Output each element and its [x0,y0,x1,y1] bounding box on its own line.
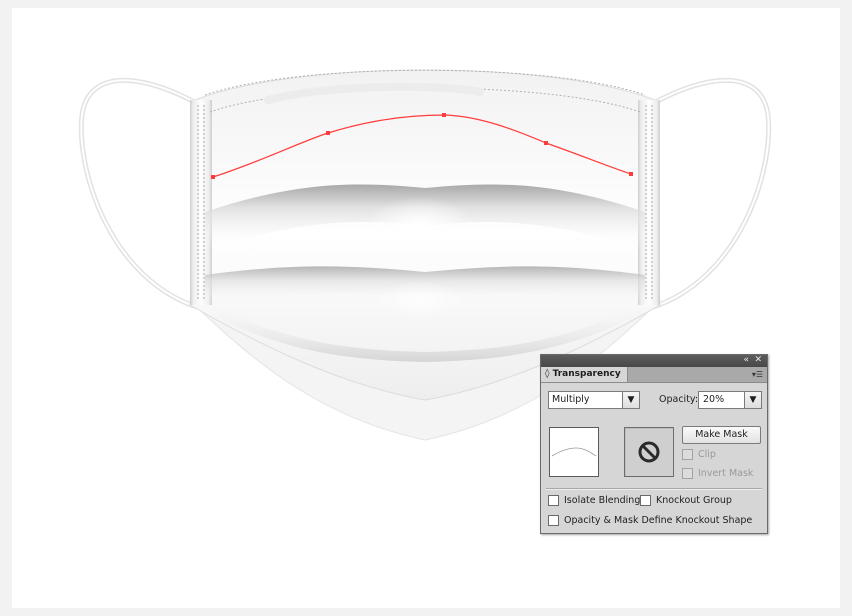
anchor-point [629,172,633,176]
panel-tab-row: ◊ Transparency ▾☰ [541,367,767,383]
panel-divider [546,488,762,490]
blend-mode-value: Multiply [552,394,590,405]
clip-checkbox[interactable] [682,449,693,460]
mask-thumbnail[interactable] [624,427,674,477]
clip-option[interactable]: Clip [682,449,716,461]
opacity-value: 20% [703,394,725,405]
thumbnail-path-icon [551,447,597,457]
artwork-thumbnail[interactable] [549,427,599,477]
isolate-blending-checkbox[interactable] [548,495,559,506]
anchor-point [326,131,330,135]
clip-label: Clip [698,449,716,460]
knockout-group-label: Knockout Group [656,495,732,506]
knockout-group-option[interactable]: Knockout Group [640,495,732,507]
chevron-down-icon[interactable]: ▼ [744,392,761,408]
double-arrow-icon: ◊ [545,369,550,379]
close-icon[interactable]: ✕ [754,354,762,366]
anchor-point [544,141,548,145]
collapse-icon[interactable]: « [743,354,749,366]
no-mask-icon [638,441,660,463]
isolate-blending-option[interactable]: Isolate Blending [548,495,640,507]
invert-mask-label: Invert Mask [698,468,754,479]
opacity-mask-knockout-checkbox[interactable] [548,515,559,526]
opacity-label: Opacity: [659,394,699,405]
knockout-group-checkbox[interactable] [640,495,651,506]
tab-transparency[interactable]: ◊ Transparency [541,367,628,382]
blend-mode-select[interactable]: Multiply ▼ [548,391,640,409]
anchor-point [211,175,215,179]
opacity-mask-knockout-label: Opacity & Mask Define Knockout Shape [564,515,753,526]
opacity-mask-knockout-option[interactable]: Opacity & Mask Define Knockout Shape [548,515,752,527]
transparency-panel: « ✕ ◊ Transparency ▾☰ Multiply ▼ Opacity… [540,354,768,534]
tab-transparency-label: Transparency [552,369,621,379]
panel-title-bar[interactable]: « ✕ [541,355,767,367]
chevron-down-icon[interactable]: ▼ [622,392,639,408]
make-mask-button[interactable]: Make Mask [682,426,761,444]
opacity-field[interactable]: 20% ▼ [698,391,762,409]
invert-mask-option[interactable]: Invert Mask [682,468,753,480]
anchor-point [442,113,446,117]
panel-menu-icon[interactable]: ▾☰ [752,368,763,381]
invert-mask-checkbox[interactable] [682,468,693,479]
isolate-blending-label: Isolate Blending [564,495,641,506]
